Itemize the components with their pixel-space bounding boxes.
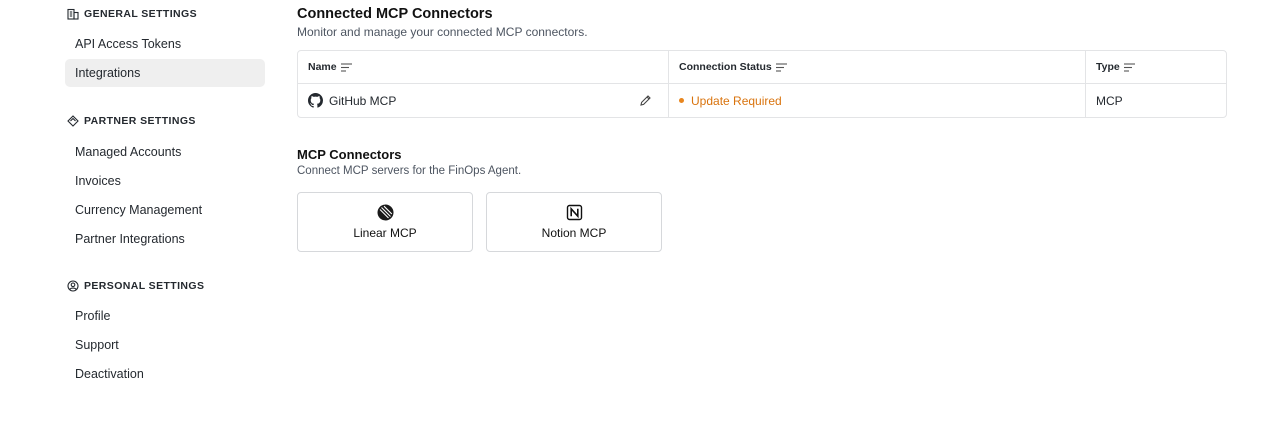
column-header-connection-status[interactable]: Connection Status <box>669 51 1086 83</box>
sidebar-item-support[interactable]: Support <box>65 331 265 359</box>
sidebar-item-managed-accounts[interactable]: Managed Accounts <box>65 138 265 166</box>
linear-logo-icon <box>377 204 394 221</box>
table-header: Name Connection Status Type <box>298 51 1226 84</box>
sidebar-item-partner-integrations[interactable]: Partner Integrations <box>65 225 265 253</box>
status-dot <box>679 98 684 103</box>
connector-cards: Linear MCP Notion MCP <box>297 192 675 252</box>
mcp-connectors-title: MCP Connectors <box>297 147 402 162</box>
connection-status-cell: Update Required <box>669 84 1086 117</box>
sidebar-item-currency-management[interactable]: Currency Management <box>65 196 265 224</box>
status-badge: Update Required <box>679 94 782 108</box>
column-header-name[interactable]: Name <box>298 51 669 83</box>
connected-connectors-title: Connected MCP Connectors <box>297 6 493 22</box>
building-icon <box>66 8 79 21</box>
sort-icon[interactable] <box>340 62 352 72</box>
github-icon <box>308 93 323 108</box>
column-label: Connection Status <box>679 61 772 73</box>
card-label: Linear MCP <box>353 226 417 240</box>
table-row[interactable]: GitHub MCP Update Required MCP <box>298 84 1226 117</box>
sidebar-item-profile[interactable]: Profile <box>65 302 265 330</box>
section-title: PARTNER SETTINGS <box>84 115 196 127</box>
handshake-icon <box>66 115 79 128</box>
sort-icon[interactable] <box>775 62 787 72</box>
edit-pencil-icon[interactable] <box>639 94 652 107</box>
sidebar-item-invoices[interactable]: Invoices <box>65 167 265 195</box>
card-label: Notion MCP <box>541 226 607 240</box>
partner-settings-heading: PARTNER SETTINGS <box>66 114 196 128</box>
personal-settings-heading: PERSONAL SETTINGS <box>66 279 204 293</box>
sidebar-item-integrations[interactable]: Integrations <box>65 59 265 87</box>
sort-icon[interactable] <box>1123 62 1135 72</box>
connector-name: GitHub MCP <box>329 93 397 108</box>
type-cell: MCP <box>1086 84 1226 117</box>
connector-name-cell: GitHub MCP <box>298 84 669 117</box>
section-title: PERSONAL SETTINGS <box>84 280 205 292</box>
linear-mcp-card[interactable]: Linear MCP <box>297 192 473 252</box>
general-settings-heading: GENERAL SETTINGS <box>66 7 197 21</box>
column-label: Type <box>1096 61 1120 73</box>
column-header-type[interactable]: Type <box>1086 51 1226 83</box>
mcp-connectors-subtitle: Connect MCP servers for the FinOps Agent… <box>297 165 522 177</box>
status-text: Update Required <box>691 93 782 108</box>
connected-connectors-subtitle: Monitor and manage your connected MCP co… <box>297 25 588 39</box>
connector-type: MCP <box>1096 93 1123 108</box>
connected-connectors-table: Name Connection Status Type GitHub MCP U… <box>297 50 1227 118</box>
sidebar-item-api-access-tokens[interactable]: API Access Tokens <box>65 30 265 58</box>
sidebar-item-deactivation[interactable]: Deactivation <box>65 360 265 388</box>
notion-mcp-card[interactable]: Notion MCP <box>486 192 662 252</box>
column-label: Name <box>308 61 337 73</box>
notion-logo-icon <box>566 204 583 221</box>
section-title: GENERAL SETTINGS <box>84 8 197 20</box>
user-circle-icon <box>66 280 79 293</box>
